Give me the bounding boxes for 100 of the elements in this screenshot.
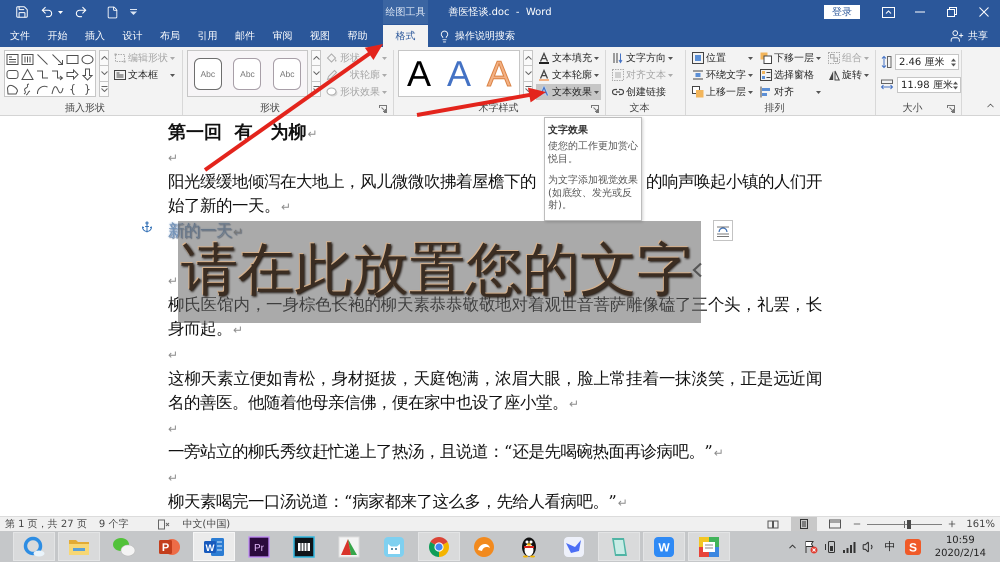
- zoom-slider-thumb[interactable]: [907, 520, 912, 528]
- ribbon-tab[interactable]: 审阅: [264, 25, 301, 47]
- ribbon-tab[interactable]: 设计: [114, 25, 151, 47]
- ribbon-display-icon[interactable]: [882, 6, 894, 18]
- ribbon-tab[interactable]: 插入: [76, 25, 114, 47]
- undo-icon[interactable]: [40, 5, 54, 19]
- oval-shape-icon[interactable]: [81, 53, 94, 66]
- ribbon-button[interactable]: 文本框: [112, 67, 177, 83]
- clock-time[interactable]: 10:59: [946, 534, 975, 546]
- size-field[interactable]: 11.98 厘米: [897, 77, 961, 93]
- rounded-rectangle-icon[interactable]: [6, 68, 19, 81]
- taskbar-button[interactable]: [688, 532, 730, 561]
- sign-in-button[interactable]: 登录: [824, 5, 860, 19]
- ribbon-button[interactable]: 文字方向: [610, 50, 675, 66]
- elbow-arrow-icon[interactable]: [51, 68, 64, 81]
- ribbon-tab[interactable]: 邮件: [226, 25, 264, 47]
- view-button[interactable]: [791, 517, 818, 531]
- ribbon-button[interactable]: 旋转: [826, 67, 871, 83]
- proofing-icon[interactable]: [158, 518, 170, 530]
- caret-icon[interactable]: [58, 10, 63, 14]
- ribbon-tab[interactable]: 格式: [383, 25, 428, 47]
- ribbon-button[interactable]: 下移一层: [758, 50, 823, 66]
- gallery-more-button[interactable]: [99, 82, 109, 97]
- gallery-scroll-down-button[interactable]: [311, 66, 321, 82]
- group-label: 大小: [902, 103, 922, 115]
- down-arrow-shape-icon[interactable]: [81, 68, 94, 81]
- letter-tile-icon: W: [652, 534, 676, 558]
- ribbon-button[interactable]: 文本效果: [536, 84, 601, 100]
- zoom-level[interactable]: 161%: [966, 518, 995, 530]
- curve-shape-icon[interactable]: [51, 83, 64, 96]
- word-count[interactable]: 9 个字: [98, 517, 128, 531]
- paragraph-text: 的响声唤起小镇的人们开: [646, 170, 822, 193]
- ribbon-tab[interactable]: 帮助: [338, 25, 376, 47]
- ribbon-button[interactable]: 环绕文字: [690, 67, 755, 83]
- style-swatch[interactable]: Abc: [273, 58, 302, 90]
- ribbon-tab[interactable]: 引用: [188, 25, 226, 47]
- triangle-shape-icon[interactable]: [21, 68, 34, 81]
- close-icon[interactable]: [979, 7, 989, 17]
- style-swatch[interactable]: Abc: [233, 58, 262, 90]
- language[interactable]: 中文(中国): [182, 517, 230, 531]
- gallery-scroll-up-button[interactable]: [523, 50, 533, 66]
- input-language-indicator[interactable]: 中: [884, 539, 896, 554]
- ribbon-tab[interactable]: 视图: [301, 25, 338, 47]
- share-button[interactable]: 共享: [948, 26, 990, 46]
- film-strip-icon[interactable]: [292, 534, 316, 558]
- gallery-scroll-up-button[interactable]: [311, 50, 321, 66]
- gallery-scroll-down-button[interactable]: [523, 66, 533, 82]
- dialog-launcher-icon[interactable]: [591, 105, 599, 113]
- letter-tile-icon[interactable]: Pr: [246, 534, 270, 558]
- ribbon-tab[interactable]: 布局: [151, 25, 188, 47]
- rectangle-shape-icon[interactable]: [66, 53, 79, 66]
- minimize-icon[interactable]: [915, 11, 925, 13]
- right-arrow-shape-icon[interactable]: [66, 68, 79, 81]
- taskbar-button[interactable]: [12, 532, 54, 561]
- redo-icon[interactable]: [74, 5, 88, 19]
- page-count[interactable]: 第 1 页，共 27 页: [5, 517, 87, 531]
- ribbon-button[interactable]: 位置: [690, 50, 755, 66]
- dialog-launcher-icon[interactable]: [947, 105, 955, 113]
- arc-shape-icon[interactable]: [36, 83, 49, 96]
- gallery-scroll-up-button[interactable]: [99, 50, 109, 66]
- wordart-style[interactable]: A: [446, 54, 471, 92]
- zoom-in-icon[interactable]: [947, 519, 958, 529]
- ribbon-button[interactable]: 对齐: [758, 84, 823, 100]
- layout-options-button[interactable]: [713, 220, 733, 241]
- ribbon-button[interactable]: 选择窗格: [758, 67, 823, 83]
- ribbon-tab[interactable]: 开始: [38, 25, 76, 47]
- line-shape-icon[interactable]: [36, 53, 49, 66]
- wordart-style[interactable]: A: [406, 54, 431, 92]
- dialog-launcher-icon[interactable]: [379, 105, 387, 113]
- taskbar-button[interactable]: W: [192, 532, 234, 561]
- paragraph-text: 一旁站立的柳氏秀纹赶忙递上了热汤，且说道：“还是先喝碗热面再诊病吧。”↵: [168, 441, 724, 464]
- signal-icon[interactable]: [842, 540, 856, 552]
- size-field[interactable]: 2.46 厘米: [895, 54, 959, 70]
- ribbon-button[interactable]: 创建链接: [610, 84, 675, 100]
- ribbon-tab[interactable]: 文件: [1, 25, 38, 47]
- freeform-shape-icon[interactable]: [6, 83, 19, 96]
- vertical-text-box-icon[interactable]: [21, 53, 34, 66]
- clock-date[interactable]: 2020/2/14: [934, 546, 986, 560]
- gallery-scroll-down-button[interactable]: [99, 66, 109, 82]
- arrow-line-icon[interactable]: [51, 53, 64, 66]
- flag-icon[interactable]: [804, 540, 818, 554]
- device-icon[interactable]: [824, 540, 836, 554]
- ribbon-button[interactable]: 上移一层: [690, 84, 755, 100]
- taskbar-button[interactable]: [418, 532, 460, 561]
- customize-icon[interactable]: [130, 9, 137, 15]
- web-layout-icon[interactable]: [829, 519, 842, 529]
- read-mode-icon[interactable]: [767, 519, 780, 529]
- chapter-heading: 为柳↵: [270, 120, 318, 145]
- style-swatch[interactable]: Abc: [194, 58, 222, 90]
- bird-icon[interactable]: [562, 534, 586, 558]
- ribbon-button[interactable]: 文本轮廓: [536, 67, 601, 83]
- elbow-connector-icon[interactable]: [36, 68, 49, 81]
- triangles-icon[interactable]: [336, 534, 360, 558]
- text-box-shape-icon[interactable]: [6, 53, 19, 66]
- tell-me-search[interactable]: 操作说明搜索: [436, 26, 517, 46]
- new-document-icon[interactable]: [106, 6, 119, 18]
- restore-icon[interactable]: [947, 7, 957, 17]
- save-icon[interactable]: [15, 5, 29, 19]
- wrap-text-icon: [692, 69, 704, 81]
- ribbon-button[interactable]: 文本填充: [536, 50, 601, 66]
